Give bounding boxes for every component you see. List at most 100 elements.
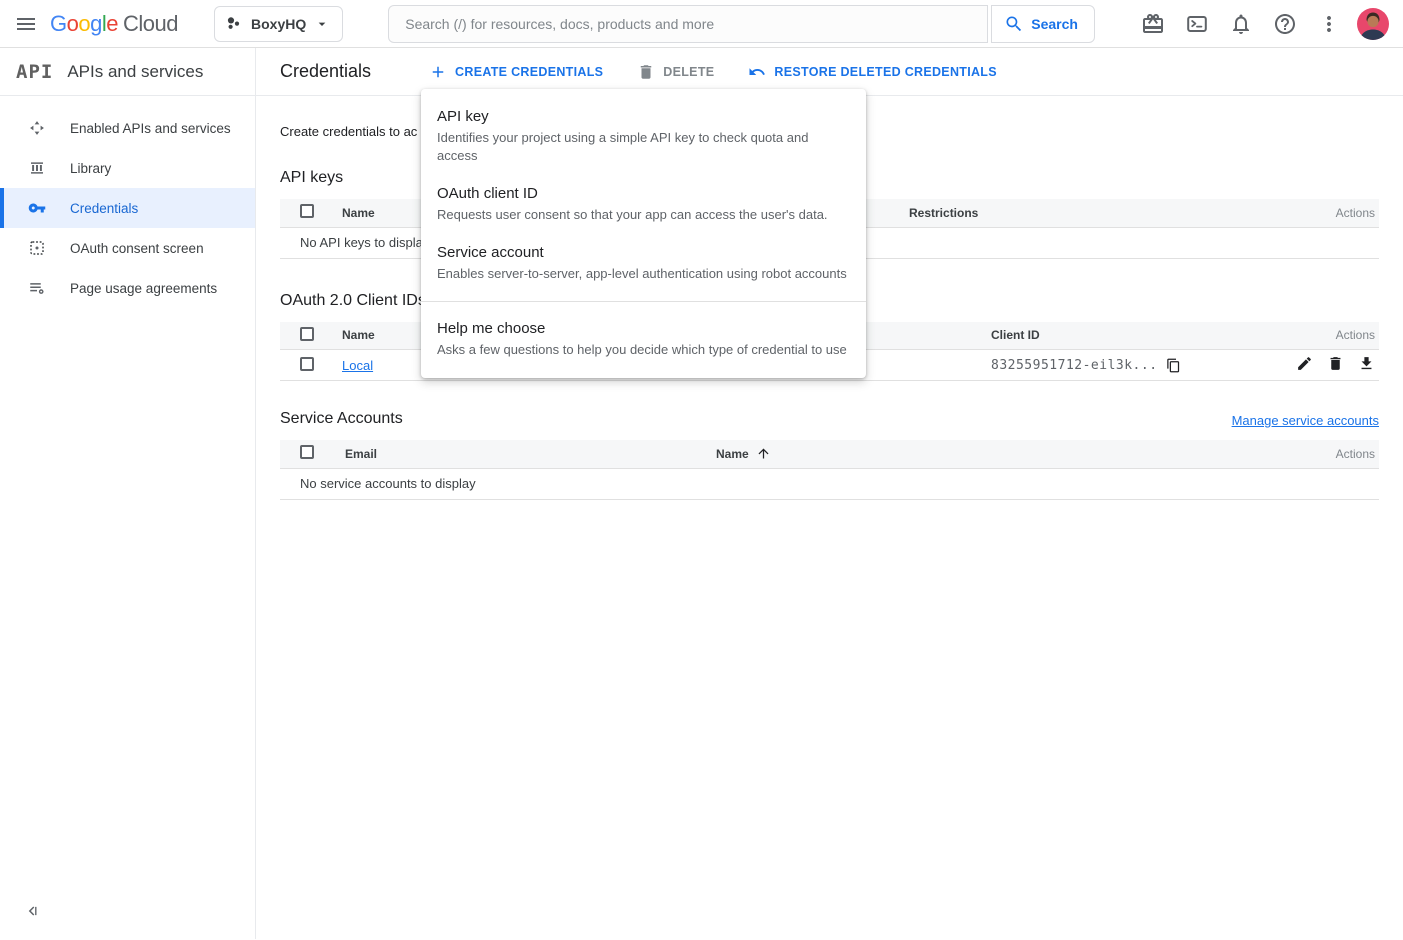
notifications-button[interactable] [1221, 4, 1261, 44]
consent-icon [28, 239, 46, 257]
delete-row-icon[interactable] [1327, 355, 1344, 372]
enabled-apis-icon [28, 119, 46, 137]
more-options-button[interactable] [1309, 4, 1349, 44]
menu-item-description: Requests user consent so that your app c… [437, 206, 850, 224]
menu-item-title: Help me choose [437, 319, 850, 339]
restore-deleted-credentials-button[interactable]: RESTORE DELETED CREDENTIALS [748, 63, 996, 81]
menu-item-help-me-choose[interactable]: Help me choose Asks a few questions to h… [421, 310, 866, 369]
menu-item-oauth-client-id[interactable]: OAuth client ID Requests user consent so… [421, 175, 866, 234]
sidebar-item-enabled-apis[interactable]: Enabled APIs and services [0, 108, 255, 148]
project-icon [225, 15, 243, 33]
sidebar-item-label: Page usage agreements [70, 281, 217, 296]
menu-item-description: Identifies your project using a simple A… [437, 129, 850, 165]
more-vert-icon [1317, 12, 1341, 36]
create-credentials-label: CREATE CREDENTIALS [455, 65, 603, 79]
toolbar: CREATE CREDENTIALS DELETE RESTORE DELETE… [429, 63, 997, 81]
row-checkbox[interactable] [300, 357, 314, 371]
undo-icon [748, 63, 766, 81]
search-input[interactable] [388, 5, 988, 43]
sidebar-item-label: Library [70, 161, 111, 176]
google-logo-letters: Google [50, 11, 118, 37]
gift-icon [1141, 12, 1165, 36]
help-icon [1273, 12, 1297, 36]
collapse-sidebar-icon [25, 902, 43, 920]
delete-label: DELETE [663, 65, 714, 79]
sidebar-item-label: Credentials [70, 201, 138, 216]
cloud-shell-button[interactable] [1177, 4, 1217, 44]
col-header-restrictions: Restrictions [901, 199, 1259, 227]
edit-icon[interactable] [1296, 355, 1313, 372]
col-header-name[interactable]: Name [708, 440, 1259, 468]
top-bar: Google Cloud BoxyHQ Search [0, 0, 1403, 48]
search-zone: Search [388, 5, 1095, 43]
hamburger-icon [14, 12, 38, 36]
col-header-actions: Actions [1259, 199, 1379, 227]
select-all-checkbox[interactable] [300, 327, 314, 341]
service-accounts-header: Service Accounts Manage service accounts [280, 410, 1379, 428]
create-credentials-button[interactable]: CREATE CREDENTIALS [429, 63, 603, 81]
download-icon[interactable] [1358, 355, 1375, 372]
service-accounts-header-row: Email Name Actions [280, 440, 1379, 468]
sidebar: API APIs and services Enabled APIs and s… [0, 48, 256, 939]
gift-button[interactable] [1133, 4, 1173, 44]
sort-asc-icon[interactable] [756, 446, 771, 461]
service-accounts-title: Service Accounts [280, 410, 403, 428]
google-logo-cloud: Cloud [123, 11, 178, 37]
name-label: Name [716, 447, 749, 461]
help-button[interactable] [1265, 4, 1305, 44]
sidebar-footer [0, 887, 255, 939]
sidebar-nav: Enabled APIs and services Library Creden… [0, 96, 255, 887]
search-button[interactable]: Search [991, 5, 1095, 43]
select-all-checkbox[interactable] [300, 445, 314, 459]
hamburger-menu-button[interactable] [6, 4, 46, 44]
menu-item-title: OAuth client ID [437, 184, 850, 204]
topbar-right-icons [1133, 4, 1393, 44]
agreements-icon [28, 279, 46, 297]
delete-button[interactable]: DELETE [637, 63, 714, 81]
account-avatar[interactable] [1353, 4, 1393, 44]
sidebar-title: APIs and services [67, 62, 203, 82]
select-all-checkbox[interactable] [300, 204, 314, 218]
sidebar-item-page-usage-agreements[interactable]: Page usage agreements [0, 268, 255, 308]
bell-icon [1229, 12, 1253, 36]
sidebar-item-credentials[interactable]: Credentials [0, 188, 255, 228]
oauth-client-name-link[interactable]: Local [342, 358, 373, 373]
menu-item-title: Service account [437, 243, 850, 263]
collapse-sidebar-button[interactable] [20, 897, 48, 925]
library-icon [28, 159, 46, 177]
avatar-image [1357, 8, 1389, 40]
chevron-down-icon [314, 16, 330, 32]
manage-service-accounts-link[interactable]: Manage service accounts [1232, 413, 1379, 428]
service-accounts-empty-row: No service accounts to display [280, 468, 1379, 499]
sidebar-item-library[interactable]: Library [0, 148, 255, 188]
search-button-label: Search [1031, 16, 1078, 32]
sidebar-item-label: Enabled APIs and services [70, 121, 231, 136]
sidebar-item-label: OAuth consent screen [70, 241, 204, 256]
project-name: BoxyHQ [251, 16, 306, 32]
plus-icon [429, 63, 447, 81]
page-title: Credentials [280, 61, 371, 82]
google-cloud-logo: Google Cloud [50, 11, 178, 37]
menu-item-description: Enables server-to-server, app-level auth… [437, 265, 850, 283]
restore-label: RESTORE DELETED CREDENTIALS [774, 65, 996, 79]
search-icon [1004, 14, 1024, 34]
oauth-client-id-value: 83255951712-eil3k... [991, 358, 1158, 373]
menu-item-api-key[interactable]: API key Identifies your project using a … [421, 98, 866, 175]
key-icon [28, 199, 46, 217]
col-header-client-id: Client ID [983, 322, 1229, 350]
copy-icon[interactable] [1166, 358, 1181, 373]
menu-item-service-account[interactable]: Service account Enables server-to-server… [421, 234, 866, 293]
col-header-actions: Actions [1259, 440, 1379, 468]
sidebar-header: API APIs and services [0, 48, 255, 96]
menu-item-title: API key [437, 107, 850, 127]
create-credentials-menu: API key Identifies your project using a … [421, 89, 866, 378]
sidebar-item-oauth-consent[interactable]: OAuth consent screen [0, 228, 255, 268]
service-accounts-table: Email Name Actions No service accounts t… [280, 440, 1379, 500]
service-accounts-empty-text: No service accounts to display [280, 468, 1379, 499]
cloud-shell-icon [1185, 12, 1209, 36]
menu-item-description: Asks a few questions to help you decide … [437, 341, 850, 359]
col-header-actions: Actions [1229, 322, 1379, 350]
menu-divider [421, 301, 866, 302]
project-selector[interactable]: BoxyHQ [214, 6, 343, 42]
api-product-logo: API [16, 61, 53, 83]
